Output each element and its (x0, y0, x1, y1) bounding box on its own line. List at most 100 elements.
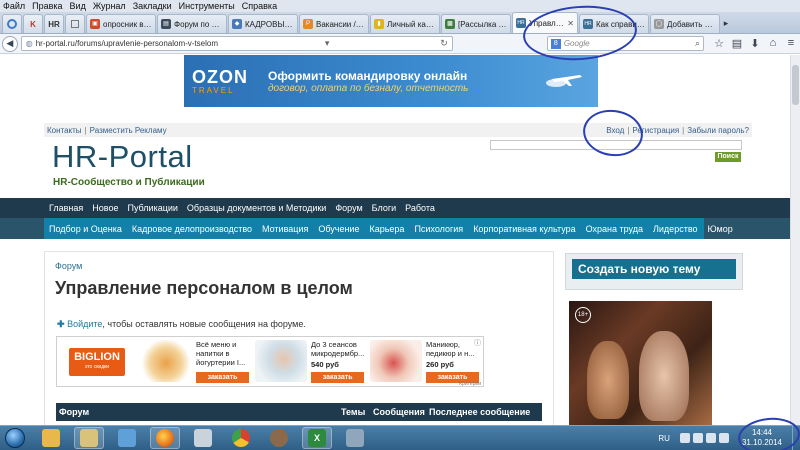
ad-item[interactable]: Маникюр, педикюр и н... 260 руб заказать (367, 337, 482, 386)
menu-icon[interactable]: ≡ (782, 37, 800, 50)
taskbar-app-files[interactable] (74, 427, 104, 449)
tab-8[interactable]: ◯ Добавить Те... (650, 14, 720, 33)
biglion-logo[interactable]: BIGLION это скидки (57, 337, 137, 386)
address-bar[interactable]: ◍ hr-portal.ru/forums/upravlenie-persona… (20, 36, 453, 51)
main-navigation: Главная Новое Публикации Образцы докумен… (0, 198, 790, 218)
poster-figure (587, 341, 629, 419)
tab-2[interactable]: ◆ КАДРОВЫЙ ... (228, 14, 298, 33)
menu-help[interactable]: Справка (242, 1, 277, 11)
order-button[interactable]: заказать (196, 372, 249, 383)
nav-blogs[interactable]: Блоги (372, 203, 396, 213)
volume-icon[interactable] (718, 433, 729, 443)
cat-motivation[interactable]: Мотивация (262, 224, 308, 234)
cat-humor[interactable]: Юмор (708, 224, 733, 234)
cat-leadership[interactable]: Лидерство (653, 224, 698, 234)
age-rating-badge: 18+ (575, 307, 591, 323)
tray-icon[interactable] (692, 433, 703, 443)
new-topic-button[interactable]: Создать новую тему (572, 259, 736, 279)
cat-training[interactable]: Обучение (318, 224, 359, 234)
ad-item[interactable]: Всё меню и напитки в йогуртерии I... зак… (137, 337, 252, 386)
col-topics: Темы (341, 407, 366, 417)
pinned-tab-4[interactable] (65, 14, 85, 33)
nav-home[interactable]: Главная (49, 203, 83, 213)
menu-tools[interactable]: Инструменты (179, 1, 235, 11)
taskbar-app-excel[interactable]: X (302, 427, 332, 449)
nav-publications[interactable]: Публикации (127, 203, 177, 213)
site-search-button[interactable]: Поиск (715, 152, 741, 162)
pinned-tab-2[interactable]: K (23, 14, 43, 33)
tab-scroll-right-icon[interactable]: ▸ (721, 14, 731, 33)
breadcrumb[interactable]: Форум (55, 261, 82, 271)
cat-psychology[interactable]: Психология (414, 224, 463, 234)
scrollbar-thumb[interactable] (792, 65, 799, 105)
menu-view[interactable]: Вид (70, 1, 86, 11)
contacts-link[interactable]: Контакты (47, 126, 82, 135)
taskbar-app-disk[interactable] (340, 427, 370, 449)
tab-4[interactable]: ▮ Личный каб... (370, 14, 440, 33)
navigation-bar: ◀ ◍ hr-portal.ru/forums/upravlenie-perso… (0, 34, 800, 54)
tab-title: Личный каб... (387, 19, 436, 29)
cat-career[interactable]: Карьера (369, 224, 404, 234)
tab-0[interactable]: ▣ опросник во... (86, 14, 156, 33)
pinned-tab-3[interactable]: HR (44, 14, 64, 33)
back-button[interactable]: ◀ (2, 35, 18, 52)
cat-labor-safety[interactable]: Охрана труда (586, 224, 643, 234)
tab-favicon: ◯ (654, 19, 664, 29)
pinned-tab-1[interactable] (2, 14, 22, 33)
nav-forum[interactable]: Форум (335, 203, 362, 213)
reload-icon[interactable]: ↻ (440, 38, 448, 49)
taskbar-app-folder[interactable] (36, 427, 66, 449)
menu-edit[interactable]: Правка (32, 1, 62, 11)
taskbar-app-agent[interactable] (264, 427, 294, 449)
tab-favicon: ◆ (232, 19, 242, 29)
ad-info-icon[interactable]: ⓘ (474, 338, 481, 348)
bookmarks-list-icon[interactable]: ▤ (728, 37, 746, 50)
tab-title: [Рассылка Н... (458, 19, 507, 29)
ad-criteria-link[interactable]: Критерии (459, 381, 481, 387)
menu-history[interactable]: Журнал (93, 1, 126, 11)
windows-taskbar: X RU 14:44 31.10.2014 (0, 425, 800, 450)
menu-file[interactable]: Файл (3, 1, 25, 11)
ad-price: 260 руб (426, 360, 454, 369)
tab-1[interactable]: ▤ Форум по м... (157, 14, 227, 33)
arrow-left-icon: ◀ (6, 38, 14, 48)
cat-hr-records[interactable]: Кадровое делопроизводство (132, 224, 252, 234)
tab-5[interactable]: ▩ [Рассылка Н... (441, 14, 511, 33)
order-button[interactable]: заказать (311, 372, 365, 383)
tab-3[interactable]: P Вакансии / Р... (299, 14, 369, 33)
dropdown-arrow-icon[interactable]: ▾ (325, 38, 330, 49)
tray-icon[interactable] (705, 433, 716, 443)
start-button[interactable] (2, 426, 28, 450)
site-logo-title[interactable]: HR-Portal (52, 139, 193, 175)
tray-icon[interactable] (679, 433, 690, 443)
taskbar-app-chrome[interactable] (226, 427, 256, 449)
cat-recruitment[interactable]: Подбор и Оценка (49, 224, 122, 234)
separator: | (84, 125, 87, 135)
bookmark-star-icon[interactable]: ☆ (710, 37, 728, 50)
download-icon[interactable]: ⬇ (746, 37, 764, 50)
calculator-icon (194, 429, 212, 447)
ozon-logo: OZON TRAVEL (184, 68, 262, 95)
ad-image (140, 340, 192, 382)
cat-corporate-culture[interactable]: Корпоративная культура (473, 224, 575, 234)
taskbar-app-firefox[interactable] (150, 427, 180, 449)
nav-jobs[interactable]: Работа (405, 203, 435, 213)
nav-templates[interactable]: Образцы документов и Методики (187, 203, 326, 213)
ozon-ad-banner[interactable]: OZON TRAVEL Оформить командировку онлайн… (184, 55, 598, 107)
chrome-icon (232, 429, 250, 447)
taskbar-app-tools[interactable] (112, 427, 142, 449)
forgot-password-link[interactable]: Забыли пароль? (687, 126, 749, 135)
search-icon[interactable]: ⌕ (695, 38, 700, 49)
page-scrollbar[interactable] (790, 55, 800, 425)
language-indicator[interactable]: RU (658, 434, 670, 443)
firefox-icon (156, 429, 174, 447)
nav-new[interactable]: Новое (92, 203, 118, 213)
movie-poster-ad[interactable]: 18+ (569, 301, 712, 425)
login-prompt-link[interactable]: Войдите (67, 319, 102, 329)
ad-item[interactable]: До 3 сеансов микродермбр... 540 руб зака… (252, 337, 367, 386)
home-icon[interactable]: ⌂ (764, 37, 782, 50)
menu-bookmarks[interactable]: Закладки (133, 1, 172, 11)
advertise-link[interactable]: Разместить Рекламу (90, 126, 167, 135)
site-tagline: HR-Сообщество и Публикации (53, 177, 205, 188)
taskbar-app-calculator[interactable] (188, 427, 218, 449)
